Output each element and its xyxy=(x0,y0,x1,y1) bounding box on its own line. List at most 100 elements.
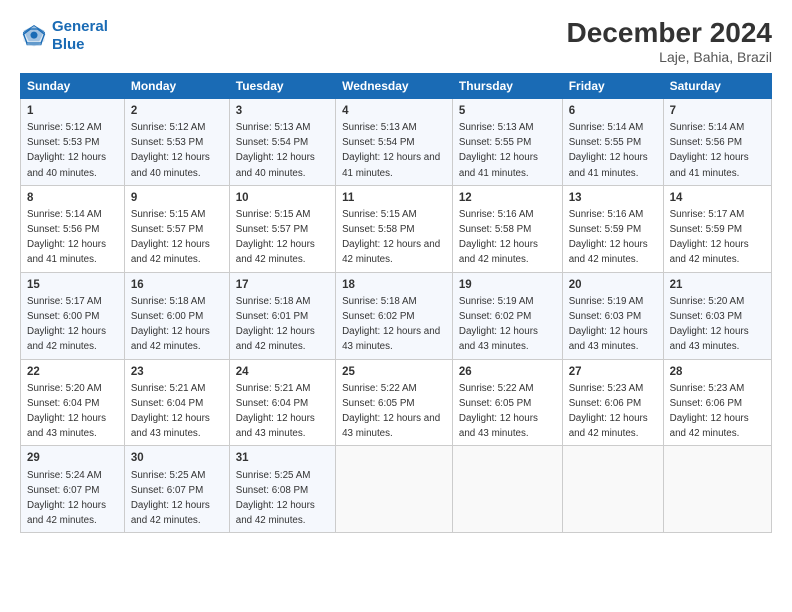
day-number: 11 xyxy=(342,190,446,206)
cell-content: Sunrise: 5:15 AMSunset: 5:57 PMDaylight:… xyxy=(236,209,315,266)
day-number: 30 xyxy=(131,450,223,466)
day-number: 4 xyxy=(342,103,446,119)
cell-content: Sunrise: 5:13 AMSunset: 5:54 PMDaylight:… xyxy=(342,122,440,179)
logo: General Blue xyxy=(20,18,108,54)
cell-content: Sunrise: 5:24 AMSunset: 6:07 PMDaylight:… xyxy=(27,470,106,527)
cell-content: Sunrise: 5:13 AMSunset: 5:54 PMDaylight:… xyxy=(236,122,315,179)
logo-line2: Blue xyxy=(52,36,85,53)
cell-content: Sunrise: 5:14 AMSunset: 5:56 PMDaylight:… xyxy=(27,209,106,266)
table-cell xyxy=(336,446,453,533)
cell-content: Sunrise: 5:18 AMSunset: 6:00 PMDaylight:… xyxy=(131,296,210,353)
col-sunday: Sunday xyxy=(21,73,125,98)
cell-content: Sunrise: 5:14 AMSunset: 5:56 PMDaylight:… xyxy=(670,122,749,179)
cell-content: Sunrise: 5:15 AMSunset: 5:57 PMDaylight:… xyxy=(131,209,210,266)
day-number: 29 xyxy=(27,450,118,466)
day-number: 7 xyxy=(670,103,765,119)
table-cell: 17 Sunrise: 5:18 AMSunset: 6:01 PMDaylig… xyxy=(229,272,335,359)
cell-content: Sunrise: 5:19 AMSunset: 6:02 PMDaylight:… xyxy=(459,296,538,353)
table-cell: 21 Sunrise: 5:20 AMSunset: 6:03 PMDaylig… xyxy=(663,272,771,359)
table-cell: 26 Sunrise: 5:22 AMSunset: 6:05 PMDaylig… xyxy=(452,359,562,446)
day-number: 18 xyxy=(342,277,446,293)
cell-content: Sunrise: 5:22 AMSunset: 6:05 PMDaylight:… xyxy=(342,383,440,440)
day-number: 14 xyxy=(670,190,765,206)
table-row: 1 Sunrise: 5:12 AMSunset: 5:53 PMDayligh… xyxy=(21,98,772,185)
day-number: 2 xyxy=(131,103,223,119)
day-number: 25 xyxy=(342,364,446,380)
table-cell: 31 Sunrise: 5:25 AMSunset: 6:08 PMDaylig… xyxy=(229,446,335,533)
table-cell: 24 Sunrise: 5:21 AMSunset: 6:04 PMDaylig… xyxy=(229,359,335,446)
day-number: 6 xyxy=(569,103,657,119)
day-number: 26 xyxy=(459,364,556,380)
day-number: 17 xyxy=(236,277,329,293)
table-cell: 29 Sunrise: 5:24 AMSunset: 6:07 PMDaylig… xyxy=(21,446,125,533)
day-number: 12 xyxy=(459,190,556,206)
cell-content: Sunrise: 5:20 AMSunset: 6:03 PMDaylight:… xyxy=(670,296,749,353)
table-cell: 4 Sunrise: 5:13 AMSunset: 5:54 PMDayligh… xyxy=(336,98,453,185)
day-number: 5 xyxy=(459,103,556,119)
table-cell: 14 Sunrise: 5:17 AMSunset: 5:59 PMDaylig… xyxy=(663,185,771,272)
day-number: 20 xyxy=(569,277,657,293)
table-cell: 30 Sunrise: 5:25 AMSunset: 6:07 PMDaylig… xyxy=(124,446,229,533)
table-cell: 2 Sunrise: 5:12 AMSunset: 5:53 PMDayligh… xyxy=(124,98,229,185)
table-cell: 9 Sunrise: 5:15 AMSunset: 5:57 PMDayligh… xyxy=(124,185,229,272)
cell-content: Sunrise: 5:21 AMSunset: 6:04 PMDaylight:… xyxy=(131,383,210,440)
day-number: 15 xyxy=(27,277,118,293)
main-title: December 2024 xyxy=(567,18,772,49)
calendar-body: 1 Sunrise: 5:12 AMSunset: 5:53 PMDayligh… xyxy=(21,98,772,533)
table-row: 15 Sunrise: 5:17 AMSunset: 6:00 PMDaylig… xyxy=(21,272,772,359)
cell-content: Sunrise: 5:18 AMSunset: 6:01 PMDaylight:… xyxy=(236,296,315,353)
cell-content: Sunrise: 5:23 AMSunset: 6:06 PMDaylight:… xyxy=(569,383,648,440)
table-cell xyxy=(452,446,562,533)
col-saturday: Saturday xyxy=(663,73,771,98)
cell-content: Sunrise: 5:20 AMSunset: 6:04 PMDaylight:… xyxy=(27,383,106,440)
cell-content: Sunrise: 5:13 AMSunset: 5:55 PMDaylight:… xyxy=(459,122,538,179)
day-number: 1 xyxy=(27,103,118,119)
table-cell: 13 Sunrise: 5:16 AMSunset: 5:59 PMDaylig… xyxy=(562,185,663,272)
cell-content: Sunrise: 5:17 AMSunset: 6:00 PMDaylight:… xyxy=(27,296,106,353)
cell-content: Sunrise: 5:12 AMSunset: 5:53 PMDaylight:… xyxy=(131,122,210,179)
table-cell: 20 Sunrise: 5:19 AMSunset: 6:03 PMDaylig… xyxy=(562,272,663,359)
table-cell xyxy=(562,446,663,533)
col-monday: Monday xyxy=(124,73,229,98)
table-cell: 1 Sunrise: 5:12 AMSunset: 5:53 PMDayligh… xyxy=(21,98,125,185)
table-cell: 27 Sunrise: 5:23 AMSunset: 6:06 PMDaylig… xyxy=(562,359,663,446)
col-friday: Friday xyxy=(562,73,663,98)
table-cell: 8 Sunrise: 5:14 AMSunset: 5:56 PMDayligh… xyxy=(21,185,125,272)
cell-content: Sunrise: 5:25 AMSunset: 6:08 PMDaylight:… xyxy=(236,470,315,527)
table-cell: 7 Sunrise: 5:14 AMSunset: 5:56 PMDayligh… xyxy=(663,98,771,185)
day-number: 21 xyxy=(670,277,765,293)
day-number: 22 xyxy=(27,364,118,380)
day-number: 16 xyxy=(131,277,223,293)
cell-content: Sunrise: 5:25 AMSunset: 6:07 PMDaylight:… xyxy=(131,470,210,527)
cell-content: Sunrise: 5:14 AMSunset: 5:55 PMDaylight:… xyxy=(569,122,648,179)
day-number: 28 xyxy=(670,364,765,380)
logo-text: General Blue xyxy=(52,18,108,54)
day-number: 3 xyxy=(236,103,329,119)
title-block: December 2024 Laje, Bahia, Brazil xyxy=(567,18,772,65)
day-number: 19 xyxy=(459,277,556,293)
day-number: 23 xyxy=(131,364,223,380)
day-number: 24 xyxy=(236,364,329,380)
header-row: Sunday Monday Tuesday Wednesday Thursday… xyxy=(21,73,772,98)
col-thursday: Thursday xyxy=(452,73,562,98)
logo-line1: General xyxy=(52,18,108,35)
table-cell: 12 Sunrise: 5:16 AMSunset: 5:58 PMDaylig… xyxy=(452,185,562,272)
table-cell: 19 Sunrise: 5:19 AMSunset: 6:02 PMDaylig… xyxy=(452,272,562,359)
table-cell: 3 Sunrise: 5:13 AMSunset: 5:54 PMDayligh… xyxy=(229,98,335,185)
day-number: 13 xyxy=(569,190,657,206)
table-cell xyxy=(663,446,771,533)
table-cell: 10 Sunrise: 5:15 AMSunset: 5:57 PMDaylig… xyxy=(229,185,335,272)
day-number: 10 xyxy=(236,190,329,206)
table-row: 29 Sunrise: 5:24 AMSunset: 6:07 PMDaylig… xyxy=(21,446,772,533)
col-wednesday: Wednesday xyxy=(336,73,453,98)
cell-content: Sunrise: 5:15 AMSunset: 5:58 PMDaylight:… xyxy=(342,209,440,266)
cell-content: Sunrise: 5:16 AMSunset: 5:59 PMDaylight:… xyxy=(569,209,648,266)
cell-content: Sunrise: 5:18 AMSunset: 6:02 PMDaylight:… xyxy=(342,296,440,353)
day-number: 27 xyxy=(569,364,657,380)
cell-content: Sunrise: 5:23 AMSunset: 6:06 PMDaylight:… xyxy=(670,383,749,440)
page: General Blue December 2024 Laje, Bahia, … xyxy=(0,0,792,612)
table-cell: 18 Sunrise: 5:18 AMSunset: 6:02 PMDaylig… xyxy=(336,272,453,359)
cell-content: Sunrise: 5:12 AMSunset: 5:53 PMDaylight:… xyxy=(27,122,106,179)
cell-content: Sunrise: 5:22 AMSunset: 6:05 PMDaylight:… xyxy=(459,383,538,440)
table-cell: 23 Sunrise: 5:21 AMSunset: 6:04 PMDaylig… xyxy=(124,359,229,446)
